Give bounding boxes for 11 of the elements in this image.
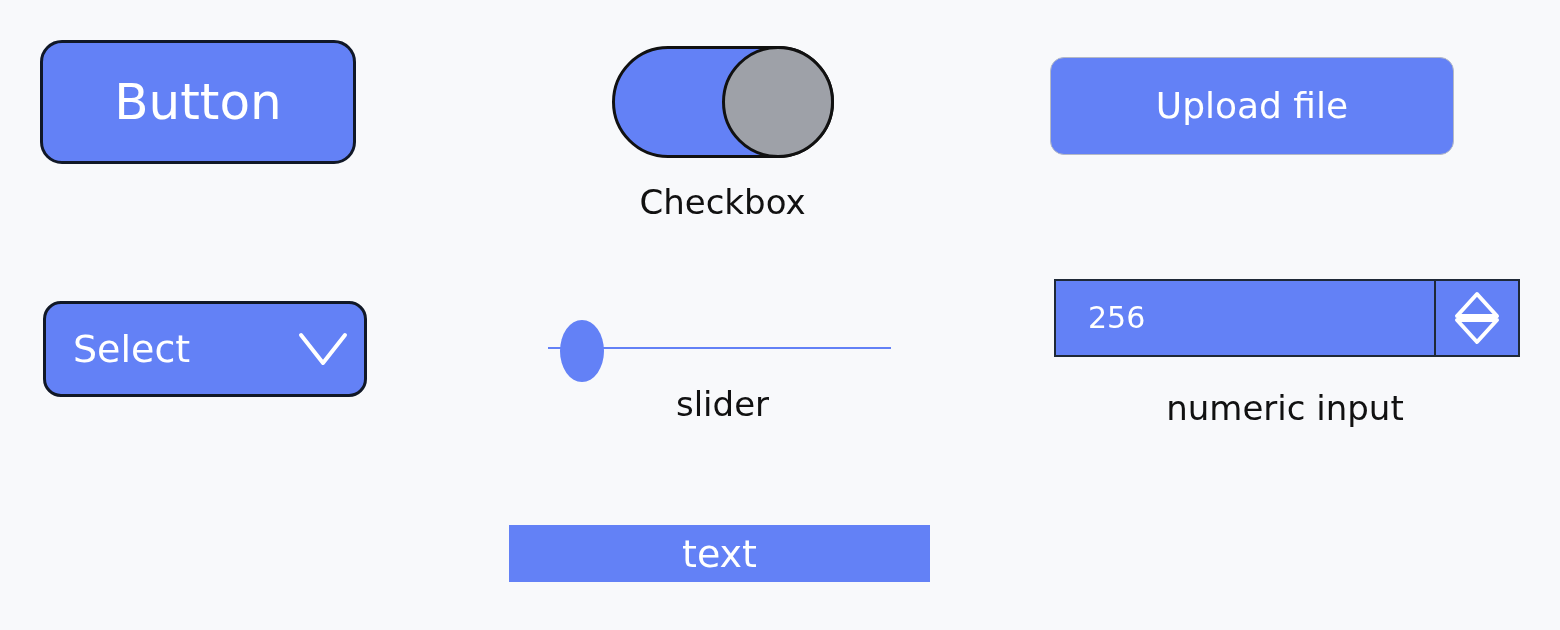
slider-label: slider bbox=[675, 384, 770, 424]
text-input[interactable]: text bbox=[509, 525, 930, 582]
upload-file-button[interactable]: Upload file bbox=[1050, 57, 1454, 155]
numeric-input[interactable]: 256 bbox=[1054, 279, 1520, 357]
slider-track[interactable] bbox=[548, 320, 891, 382]
numeric-input-label: numeric input bbox=[1166, 388, 1404, 428]
select-dropdown[interactable]: Select bbox=[43, 301, 367, 397]
chevron-down-icon bbox=[298, 332, 348, 366]
checkbox-label: Checkbox bbox=[639, 182, 806, 222]
primary-button[interactable]: Button bbox=[40, 40, 356, 164]
up-down-arrows-icon bbox=[1454, 291, 1500, 345]
